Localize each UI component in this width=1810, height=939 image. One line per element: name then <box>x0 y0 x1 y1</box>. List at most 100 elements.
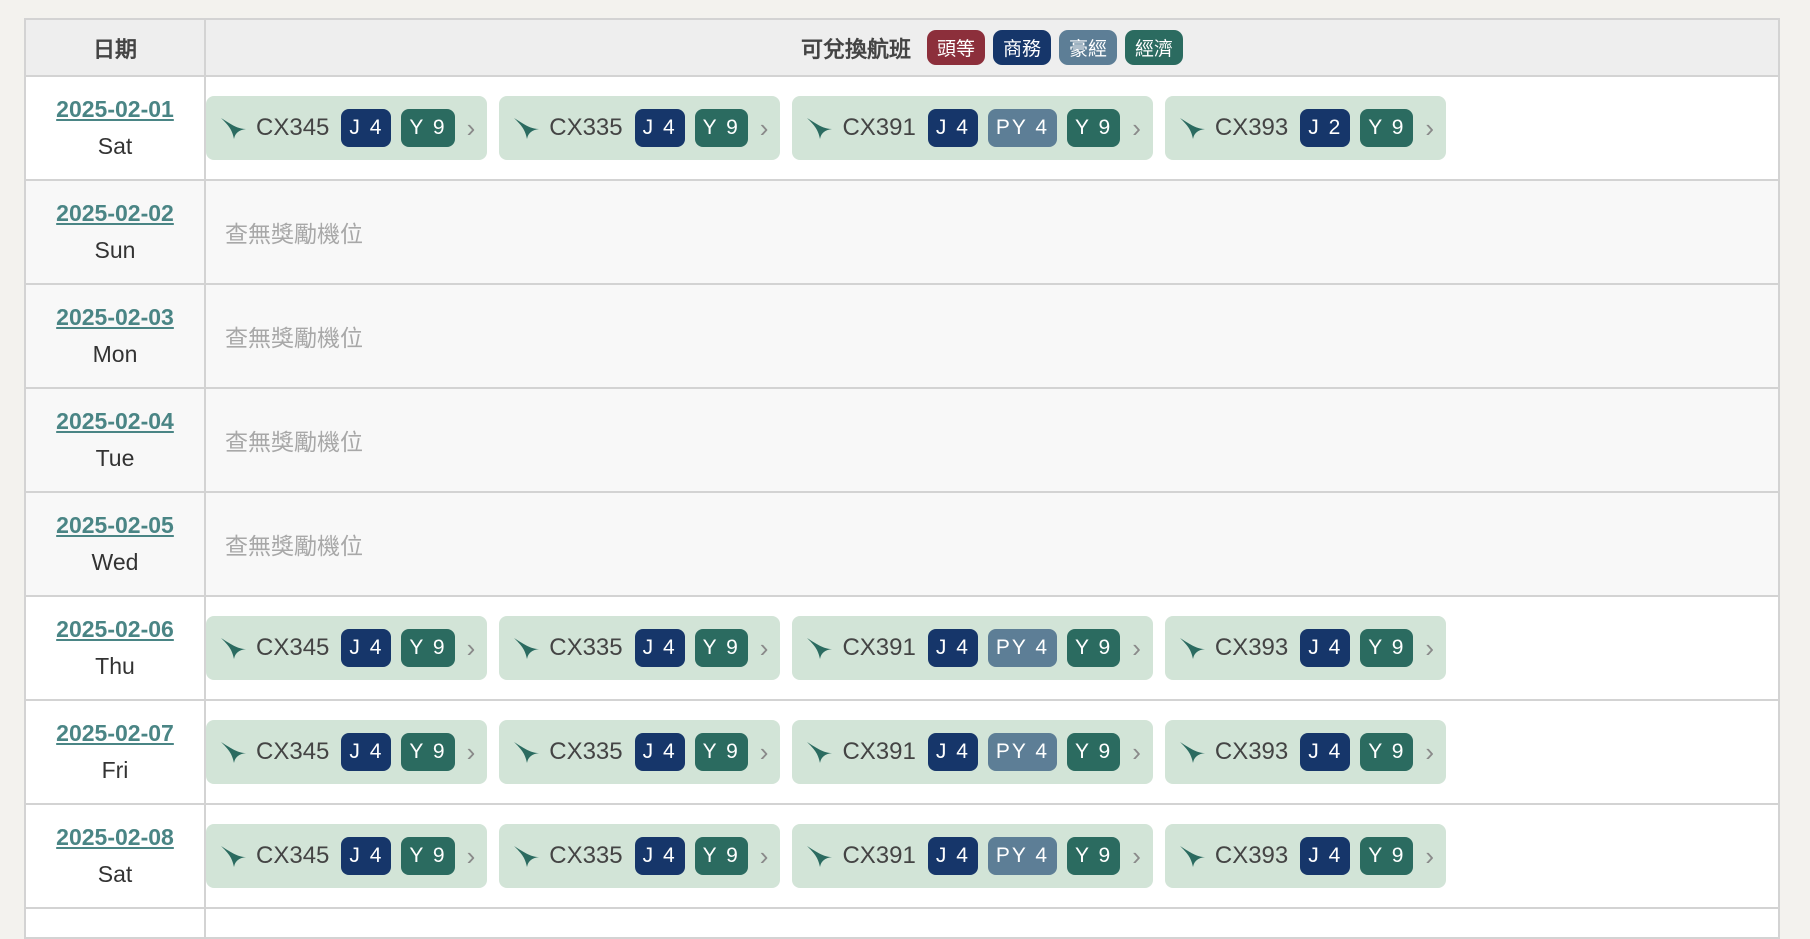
date-link[interactable]: 2025-02-04 <box>26 408 204 435</box>
seat-badge-economy: Y 9 <box>1360 629 1414 667</box>
chevron-right-icon: › <box>759 632 769 663</box>
seat-badge-economy: Y 9 <box>694 629 748 667</box>
airline-logo-icon <box>1177 113 1207 143</box>
flight-number: CX345 <box>256 842 330 869</box>
flight-chip[interactable]: CX335 J 4Y 9 › <box>499 824 781 888</box>
flight-chip[interactable]: CX393 J 2Y 9 › <box>1164 96 1447 160</box>
seat-badge-business: J 4 <box>341 837 392 875</box>
date-link[interactable]: 2025-02-06 <box>26 616 204 643</box>
flight-chip[interactable]: CX391 J 4 PY 4Y 9 › <box>792 824 1153 888</box>
weekday-label: Tue <box>95 445 135 471</box>
flight-number: CX345 <box>256 634 330 661</box>
flights-column-title: 可兌換航班 <box>800 36 911 62</box>
chevron-right-icon: › <box>1425 840 1435 871</box>
flights-cell: 查無獎勵機位 <box>204 283 1780 389</box>
airline-logo-icon <box>218 841 248 871</box>
date-link[interactable]: 2025-02-03 <box>26 304 204 331</box>
chevron-right-icon: › <box>1132 112 1141 143</box>
seat-badge-business: J 4 <box>634 109 685 147</box>
flight-chip[interactable]: CX393 J 4Y 9 › <box>1164 616 1447 680</box>
flight-chip[interactable]: CX393 J 4Y 9 › <box>1164 824 1447 888</box>
table-body: 2025-02-01 Sat CX345 J 4Y 9 › CX335 J 4Y 9 › CX3… <box>24 75 1780 939</box>
seat-badge-business: J 4 <box>341 733 392 771</box>
airline-logo-icon <box>511 841 541 871</box>
airline-logo-icon <box>1177 633 1207 663</box>
flight-number: CX345 <box>256 114 330 141</box>
flight-list: CX345 J 4Y 9 › CX335 J 4Y 9 › CX391 J 4 PY 4Y 9 ›… <box>206 616 1778 680</box>
flight-number: CX335 <box>549 634 623 661</box>
chevron-right-icon: › <box>1132 632 1141 663</box>
flights-column-header: 可兌換航班 頭等 商務 豪經 經濟 <box>204 18 1780 77</box>
flights-cell: CX345 J 4Y 9 › CX335 J 4Y 9 › CX391 J 4 PY 4Y 9 ›… <box>204 75 1780 181</box>
date-link[interactable]: 2025-02-07 <box>26 720 204 747</box>
legend-premium-economy: 豪經 <box>1059 30 1118 65</box>
seat-badge-business: J 4 <box>341 109 392 147</box>
table-row: 2025-02-06 Thu CX345 J 4Y 9 › CX335 J 4Y 9 › CX3… <box>24 595 1780 701</box>
table-row: 2025-02-08 Sat CX345 J 4Y 9 › CX335 J 4Y 9 › CX3… <box>24 803 1780 909</box>
seat-badge-premium-economy: PY 4 <box>987 629 1058 667</box>
date-cell: 2025-02-04 Tue <box>24 387 206 493</box>
chevron-right-icon: › <box>466 112 476 143</box>
seat-badge-business: J 4 <box>341 629 392 667</box>
flight-number: CX391 <box>842 114 916 141</box>
seat-badge-economy: Y 9 <box>1067 837 1121 875</box>
table-row: 2025-02-03 Mon 查無獎勵機位 <box>24 283 1780 389</box>
weekday-label: Mon <box>92 341 138 367</box>
date-cell: 2025-02-03 Mon <box>24 283 206 389</box>
seat-badge-business: J 4 <box>634 629 685 667</box>
flight-chip[interactable]: CX335 J 4Y 9 › <box>499 616 781 680</box>
flight-number: CX335 <box>549 738 623 765</box>
airline-logo-icon <box>511 737 541 767</box>
chevron-right-icon: › <box>759 840 769 871</box>
date-cell: 2025-02-08 Sat <box>24 803 206 909</box>
seat-badge-premium-economy: PY 4 <box>987 109 1058 147</box>
seat-badge-business: J 4 <box>927 629 978 667</box>
flights-cell: 查無獎勵機位 <box>204 491 1780 597</box>
seat-badge-business: J 4 <box>927 733 978 771</box>
flight-chip[interactable]: CX345 J 4Y 9 › <box>206 96 488 160</box>
flights-cell: CX345 J 4Y 9 › CX335 J 4Y 9 › CX391 J 4 PY 4Y 9 ›… <box>204 595 1780 701</box>
flight-chip[interactable]: CX335 J 4Y 9 › <box>499 720 781 784</box>
award-availability-table: 日期 可兌換航班 頭等 商務 豪經 經濟 2025-02-01 Sat CX345 J… <box>24 18 1780 939</box>
flight-chip[interactable]: CX391 J 4 PY 4Y 9 › <box>792 96 1153 160</box>
seat-badge-business: J 4 <box>927 837 978 875</box>
seat-badge-premium-economy: PY 4 <box>987 733 1058 771</box>
date-cell: 2025-02-06 Thu <box>24 595 206 701</box>
date-column-header: 日期 <box>24 18 206 77</box>
flight-chip[interactable]: CX335 J 4Y 9 › <box>499 96 781 160</box>
flight-list: CX345 J 4Y 9 › CX335 J 4Y 9 › CX391 J 4 PY 4Y 9 ›… <box>206 824 1778 888</box>
flight-chip[interactable]: CX345 J 4Y 9 › <box>206 824 488 888</box>
date-cell: 2025-02-07 Fri <box>24 699 206 805</box>
airline-logo-icon <box>804 633 834 663</box>
flight-chip[interactable]: CX391 J 4 PY 4Y 9 › <box>792 616 1153 680</box>
flight-number: CX335 <box>549 114 623 141</box>
flight-chip[interactable]: CX345 J 4Y 9 › <box>206 616 488 680</box>
date-link[interactable]: 2025-02-05 <box>26 512 204 539</box>
flight-number: CX393 <box>1214 634 1289 661</box>
flight-chip[interactable]: CX393 J 4Y 9 › <box>1164 720 1447 784</box>
flight-chip[interactable]: CX391 J 4 PY 4Y 9 › <box>792 720 1153 784</box>
seat-badge-business: J 4 <box>634 733 685 771</box>
legend-first: 頭等 <box>926 30 985 65</box>
seat-badge-economy: Y 9 <box>1360 837 1414 875</box>
seat-badge-economy: Y 9 <box>694 109 748 147</box>
airline-logo-icon <box>218 113 248 143</box>
chevron-right-icon: › <box>1132 840 1141 871</box>
seat-badge-business: J 4 <box>1300 733 1351 771</box>
seat-badge-business: J 4 <box>927 109 978 147</box>
seat-badge-economy: Y 9 <box>1360 733 1414 771</box>
date-link[interactable]: 2025-02-02 <box>26 200 204 227</box>
flight-number: CX335 <box>549 842 623 869</box>
flight-chip[interactable]: CX345 J 4Y 9 › <box>206 720 488 784</box>
chevron-right-icon: › <box>466 736 476 767</box>
airline-logo-icon <box>804 113 834 143</box>
date-cell: 2025-02-02 Sun <box>24 179 206 285</box>
seat-badge-economy: Y 9 <box>694 733 748 771</box>
seat-badge-economy: Y 9 <box>401 629 455 667</box>
seat-badge-business: J 2 <box>1300 109 1351 147</box>
flight-number: CX391 <box>842 634 916 661</box>
date-link[interactable]: 2025-02-08 <box>26 824 204 851</box>
flight-number: CX393 <box>1214 738 1289 765</box>
date-link[interactable]: 2025-02-01 <box>26 96 204 123</box>
table-row: 2025-02-05 Wed 查無獎勵機位 <box>24 491 1780 597</box>
